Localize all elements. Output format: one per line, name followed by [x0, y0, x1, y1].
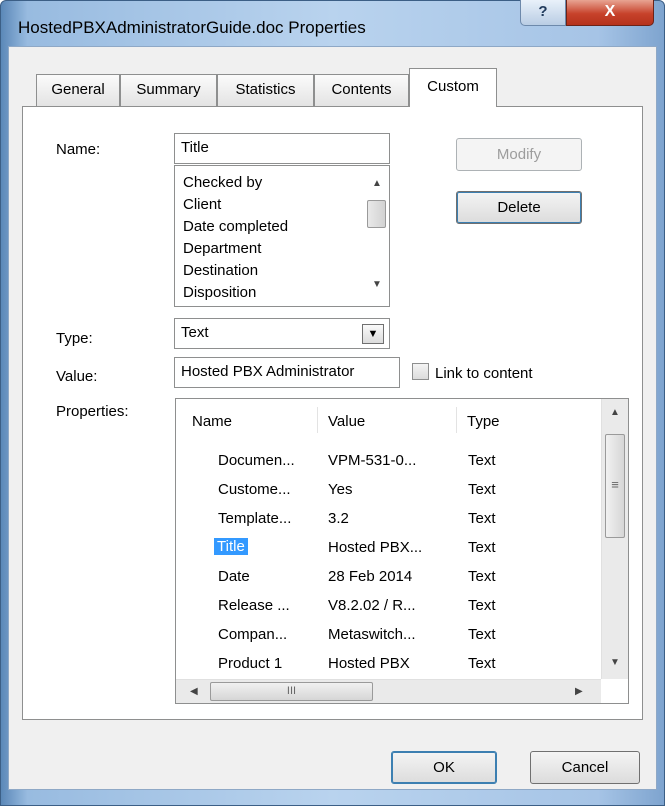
table-row-name[interactable]: Documen...: [218, 452, 295, 469]
scroll-down-icon[interactable]: ▼: [610, 657, 620, 668]
type-selected-value: Text: [181, 324, 209, 341]
link-to-content-checkbox[interactable]: [412, 363, 429, 380]
list-item[interactable]: Destination: [183, 262, 258, 279]
type-label: Type:: [56, 330, 93, 347]
value-label: Value:: [56, 368, 98, 385]
table-row-type[interactable]: Text: [468, 655, 496, 672]
list-item[interactable]: Date completed: [183, 218, 288, 235]
column-divider: [317, 407, 318, 433]
table-row-name[interactable]: Custome...: [218, 481, 291, 498]
scroll-thumb[interactable]: ≡: [605, 434, 625, 538]
tab-general[interactable]: General: [36, 74, 120, 106]
scroll-thumb[interactable]: [367, 200, 386, 228]
value-input[interactable]: Hosted PBX Administrator: [174, 357, 400, 388]
table-row-value[interactable]: 28 Feb 2014: [328, 568, 412, 585]
scroll-thumb[interactable]: III: [210, 682, 373, 701]
properties-listview[interactable]: Name Value Type Documen... VPM-531-0... …: [175, 398, 629, 704]
table-row-value[interactable]: VPM-531-0...: [328, 452, 416, 469]
ok-button[interactable]: OK: [391, 751, 497, 784]
table-row-value[interactable]: Yes: [328, 481, 352, 498]
table-row-type[interactable]: Text: [468, 510, 496, 527]
table-row-name[interactable]: Compan...: [218, 626, 287, 643]
table-row-name[interactable]: Release ...: [218, 597, 290, 614]
table-row-name-selected[interactable]: Title: [214, 538, 248, 555]
table-row-name[interactable]: Date: [218, 568, 250, 585]
table-row-type[interactable]: Text: [468, 481, 496, 498]
delete-button[interactable]: Delete: [456, 191, 582, 224]
close-button[interactable]: X: [566, 0, 654, 26]
list-item[interactable]: Client: [183, 196, 221, 213]
column-header-value[interactable]: Value: [328, 413, 365, 430]
table-row-type[interactable]: Text: [468, 626, 496, 643]
name-listbox[interactable]: Checked by Client Date completed Departm…: [174, 165, 390, 307]
table-row-name[interactable]: Template...: [218, 510, 291, 527]
list-item[interactable]: Disposition: [183, 284, 256, 301]
table-row-type[interactable]: Text: [468, 597, 496, 614]
type-select[interactable]: Text ▼: [174, 318, 390, 349]
properties-vertical-scrollbar[interactable]: ▲ ≡ ▼: [601, 399, 628, 679]
list-item[interactable]: Checked by: [183, 174, 262, 191]
table-row-value[interactable]: V8.2.02 / R...: [328, 597, 416, 614]
help-icon: ?: [538, 3, 548, 20]
table-row-name[interactable]: Product 1: [218, 655, 282, 672]
table-row-value[interactable]: Hosted PBX...: [328, 539, 422, 556]
column-divider: [456, 407, 457, 433]
column-header-type[interactable]: Type: [467, 413, 500, 430]
table-row-value[interactable]: 3.2: [328, 510, 349, 527]
properties-label: Properties:: [56, 403, 129, 420]
table-row-type[interactable]: Text: [468, 539, 496, 556]
scroll-right-icon[interactable]: ▶: [575, 686, 583, 697]
help-button[interactable]: ?: [520, 0, 566, 26]
cancel-button[interactable]: Cancel: [530, 751, 640, 784]
scroll-up-icon[interactable]: ▲: [610, 407, 620, 418]
table-row-value[interactable]: Metaswitch...: [328, 626, 416, 643]
column-header-name[interactable]: Name: [192, 413, 232, 430]
link-to-content-label: Link to content: [435, 365, 533, 382]
table-row-type[interactable]: Text: [468, 452, 496, 469]
scroll-left-icon[interactable]: ◀: [190, 686, 198, 697]
close-icon: X: [604, 3, 616, 20]
modify-button[interactable]: Modify: [456, 138, 582, 171]
chevron-down-icon[interactable]: ▼: [362, 324, 384, 344]
tab-summary[interactable]: Summary: [120, 74, 217, 106]
window-title: HostedPBXAdministratorGuide.doc Properti…: [18, 18, 366, 37]
scroll-up-icon[interactable]: ▲: [372, 178, 382, 189]
table-row-value[interactable]: Hosted PBX: [328, 655, 410, 672]
name-label: Name:: [56, 141, 101, 158]
name-input[interactable]: Title: [174, 133, 390, 164]
table-row-type[interactable]: Text: [468, 568, 496, 585]
tab-statistics[interactable]: Statistics: [217, 74, 314, 106]
tab-custom[interactable]: Custom: [409, 68, 497, 107]
tab-contents[interactable]: Contents: [314, 74, 409, 106]
list-item[interactable]: Department: [183, 240, 261, 257]
name-list-scrollbar[interactable]: ▲ ▼: [365, 166, 389, 306]
scroll-down-icon[interactable]: ▼: [372, 279, 382, 290]
properties-horizontal-scrollbar[interactable]: ◀ III ▶: [176, 679, 601, 703]
